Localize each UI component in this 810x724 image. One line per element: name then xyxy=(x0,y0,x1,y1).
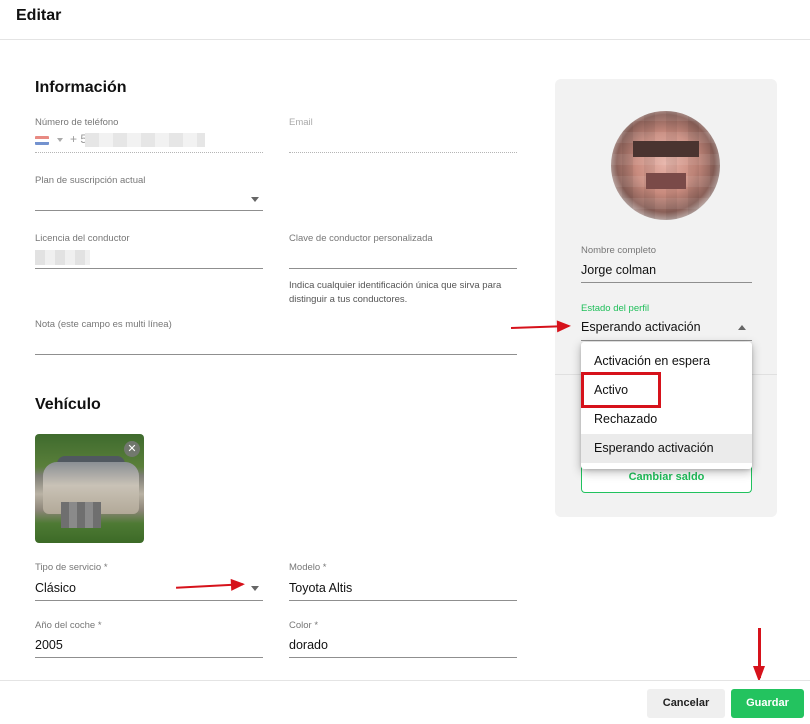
arrow-annotation-save xyxy=(753,628,765,682)
custom-key-label: Clave de conductor personalizada xyxy=(289,233,433,244)
license-field[interactable]: Licencia del conductor xyxy=(35,233,263,269)
avatar-pixel-block xyxy=(646,173,686,189)
model-field[interactable]: Modelo * Toyota Altis xyxy=(289,562,517,601)
arrow-annotation-status xyxy=(510,324,570,330)
email-label: Email xyxy=(289,117,313,128)
service-type-value: Clásico xyxy=(35,581,76,595)
save-button[interactable]: Guardar xyxy=(731,689,804,718)
redacted-license-number xyxy=(35,250,90,265)
status-option-selected[interactable]: Esperando activación xyxy=(581,434,752,463)
full-name-value: Jorge colman xyxy=(581,263,657,277)
model-label: Modelo * xyxy=(289,562,327,573)
note-label: Nota (este campo es multi línea) xyxy=(35,319,172,330)
year-label: Año del coche * xyxy=(35,620,102,631)
profile-status-select[interactable]: Estado del perfil Esperando activación xyxy=(581,303,752,341)
chevron-up-icon xyxy=(738,325,746,330)
dialog-title: Editar xyxy=(16,7,62,24)
chevron-down-icon xyxy=(251,197,259,202)
year-value: 2005 xyxy=(35,638,63,652)
vehicle-section-title: Vehículo xyxy=(35,396,101,413)
phone-label: Número de teléfono xyxy=(35,117,119,128)
chevron-down-icon xyxy=(251,586,259,591)
full-name-field[interactable]: Nombre completo Jorge colman xyxy=(581,245,752,283)
license-label: Licencia del conductor xyxy=(35,233,130,244)
email-field[interactable]: Email xyxy=(289,117,517,153)
custom-key-field[interactable]: Clave de conductor personalizada xyxy=(289,233,517,269)
profile-avatar[interactable] xyxy=(611,111,720,220)
color-label: Color * xyxy=(289,620,319,631)
country-flag-icon[interactable] xyxy=(35,136,49,145)
plan-select[interactable]: Plan de suscripción actual xyxy=(35,175,263,211)
status-option[interactable]: Rechazado xyxy=(581,405,752,434)
color-value: dorado xyxy=(289,638,328,652)
avatar-pixel-block xyxy=(633,141,699,157)
service-type-label: Tipo de servicio * xyxy=(35,562,108,573)
note-field[interactable]: Nota (este campo es multi línea) xyxy=(35,319,517,355)
cancel-button[interactable]: Cancelar xyxy=(647,689,725,718)
plan-label: Plan de suscripción actual xyxy=(35,175,146,186)
info-section-title: Información xyxy=(35,79,127,96)
service-type-select[interactable]: Tipo de servicio * Clásico xyxy=(35,562,263,601)
full-name-label: Nombre completo xyxy=(581,245,656,256)
vehicle-photo[interactable]: ✕ xyxy=(35,434,144,543)
year-field[interactable]: Año del coche * 2005 xyxy=(35,620,263,658)
remove-photo-icon[interactable]: ✕ xyxy=(124,441,140,457)
color-field[interactable]: Color * dorado xyxy=(289,620,517,658)
redacted-plate xyxy=(61,502,101,528)
profile-status-value: Esperando activación xyxy=(581,320,701,334)
model-value: Toyota Altis xyxy=(289,581,353,595)
profile-status-label: Estado del perfil xyxy=(581,303,650,314)
redacted-phone-number xyxy=(85,133,205,147)
phone-field[interactable]: Número de teléfono + 5 xyxy=(35,117,263,153)
country-caret-icon[interactable] xyxy=(57,138,63,142)
custom-key-hint: Indica cualquier identificación única qu… xyxy=(289,280,502,305)
highlight-box-annotation xyxy=(581,372,661,408)
dialog-header: Editar xyxy=(0,0,810,40)
